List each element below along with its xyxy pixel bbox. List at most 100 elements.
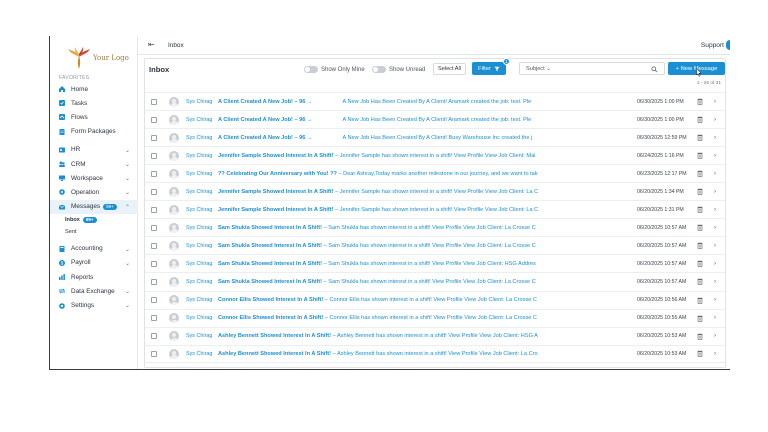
chevron-right-icon[interactable]: › — [714, 207, 716, 213]
message-preview[interactable]: Jennifer Sample Showed Interest In A Shi… — [218, 153, 590, 159]
brand-logo[interactable]: Your Logo — [66, 44, 136, 72]
message-row[interactable]: Sys Chirag Ashley Bennett Showed Interest… — [145, 344, 725, 363]
trash-icon[interactable] — [697, 206, 703, 214]
trash-icon[interactable] — [697, 170, 703, 178]
message-preview[interactable]: A Client Created A New Job! – 96 → A New … — [218, 99, 590, 105]
trash-icon[interactable] — [697, 116, 703, 123]
chevron-right-icon[interactable]: › — [714, 189, 716, 195]
message-row[interactable]: Sys Chirag A Client Created A New Job! – … — [145, 110, 725, 128]
message-row[interactable]: Sys Chirag Sam Shukla Showed Interest In … — [145, 236, 725, 254]
row-checkbox[interactable] — [151, 170, 157, 177]
trash-icon[interactable] — [697, 242, 703, 250]
trash-icon[interactable] — [697, 188, 703, 196]
search-box[interactable]: Subject ⌄ — [519, 62, 665, 75]
message-preview[interactable]: Sam Shukla Showed Interest In A Shift! –… — [218, 279, 590, 285]
message-preview[interactable]: Ashley Bennett Showed Interest In A Shif… — [218, 351, 590, 357]
message-row[interactable]: Sys Chirag Jennifer Sample Showed Interes… — [145, 200, 725, 218]
message-row[interactable]: Sys Chirag A Client Created A New Job! – … — [145, 128, 725, 146]
row-checkbox[interactable] — [151, 350, 157, 357]
message-preview[interactable]: Jennifer Sample Showed Interest In A Shi… — [218, 207, 590, 213]
trash-icon[interactable] — [697, 98, 703, 105]
subject-select[interactable]: Subject ⌄ — [526, 66, 551, 72]
message-preview[interactable]: Sam Shukla Showed Interest In A Shift! –… — [218, 243, 590, 249]
chevron-right-icon[interactable]: › — [714, 135, 716, 141]
row-checkbox[interactable] — [151, 206, 157, 213]
sidebar-subitem-inbox[interactable]: Inbox 99+ — [50, 214, 138, 226]
message-preview[interactable]: Connor Ellis Showed Interest In A Shift!… — [218, 315, 590, 321]
row-checkbox[interactable] — [151, 98, 157, 105]
sidebar-item-form-packages[interactable]: Form Packages — [50, 125, 138, 139]
message-preview[interactable]: A Client Created A New Job! – 96 → A New … — [218, 135, 590, 141]
chevron-right-icon[interactable]: › — [714, 315, 716, 321]
sidebar-item-data-exchange[interactable]: Data Exchange ⌄ — [50, 284, 138, 298]
row-checkbox[interactable] — [151, 297, 157, 304]
trash-icon[interactable] — [697, 315, 703, 322]
show-only-mine-toggle[interactable]: Show Only Mine — [304, 66, 365, 73]
message-row[interactable]: Sys Chirag Ashley Bennett Showed Interest… — [145, 326, 725, 345]
search-icon[interactable] — [651, 66, 658, 73]
message-preview[interactable]: ?? Celebrating Our Anniversary with You!… — [218, 171, 590, 177]
sidebar-item-hr[interactable]: HR ⌄ — [50, 143, 138, 157]
trash-icon[interactable] — [697, 297, 703, 304]
trash-icon[interactable] — [697, 134, 703, 142]
chevron-right-icon[interactable]: › — [714, 99, 716, 105]
sidebar-item-reports[interactable]: Reports — [50, 270, 138, 284]
sidebar-item-settings[interactable]: Settings ⌄ — [50, 298, 138, 312]
toggle-switch[interactable] — [304, 66, 318, 73]
sidebar-item-accounting[interactable]: Accounting ⌄ — [50, 242, 138, 256]
trash-icon[interactable] — [697, 333, 703, 340]
message-row[interactable]: Sys Chirag Sam Shukla Showed Interest In … — [145, 272, 725, 290]
collapse-sidebar-icon[interactable]: ⇤ — [148, 40, 155, 49]
toggle-switch[interactable] — [372, 66, 386, 73]
sidebar-item-tasks[interactable]: Tasks — [50, 96, 138, 110]
sidebar-item-flows[interactable]: Flows — [50, 110, 138, 124]
row-checkbox[interactable] — [151, 134, 157, 141]
message-row[interactable]: Sys Chirag Jennifer Sample Showed Interes… — [145, 146, 725, 164]
trash-icon[interactable] — [697, 260, 703, 268]
sidebar-subitem-sent[interactable]: Sent — [50, 226, 138, 238]
show-unread-toggle[interactable]: Show Unread — [372, 66, 425, 73]
chevron-right-icon[interactable]: › — [714, 171, 716, 177]
row-checkbox[interactable] — [151, 242, 157, 249]
message-preview[interactable]: Sam Shukla Showed Interest In A Shift! –… — [218, 261, 590, 267]
message-preview[interactable]: Ashley Bennett Showed Interest In A Shif… — [218, 333, 590, 339]
chevron-right-icon[interactable]: › — [714, 225, 716, 231]
message-row[interactable]: Sys Chirag A Client Created A New Job! – … — [145, 92, 725, 110]
chevron-right-icon[interactable]: › — [714, 261, 716, 267]
row-checkbox[interactable] — [151, 224, 157, 231]
message-row[interactable]: Sys Chirag Sam Shukla Showed Interest In … — [145, 254, 725, 272]
row-checkbox[interactable] — [151, 152, 157, 159]
message-preview[interactable]: Connor Ellis Showed Interest In A Shift!… — [218, 297, 590, 303]
trash-icon[interactable] — [697, 350, 703, 358]
chevron-right-icon[interactable]: › — [714, 297, 716, 303]
filter-button[interactable]: Filter — [472, 62, 506, 75]
chevron-right-icon[interactable]: › — [714, 117, 716, 123]
trash-icon[interactable] — [697, 278, 703, 286]
chevron-right-icon[interactable]: › — [714, 153, 716, 159]
sidebar-item-workspace[interactable]: Workspace ⌄ — [50, 171, 138, 185]
row-checkbox[interactable] — [151, 188, 157, 195]
row-checkbox[interactable] — [151, 116, 157, 123]
message-preview[interactable]: Sam Shukla Showed Interest In A Shift! –… — [218, 225, 590, 231]
support-chat-icon[interactable] — [726, 40, 730, 50]
chevron-right-icon[interactable]: › — [714, 243, 716, 249]
sidebar-item-crm[interactable]: CRM ⌄ — [50, 157, 138, 171]
chevron-right-icon[interactable]: › — [714, 333, 716, 339]
select-all-button[interactable]: Select All — [433, 63, 466, 75]
message-row[interactable]: Sys Chirag Connor Ellis Showed Interest I… — [145, 290, 725, 309]
message-preview[interactable]: A Client Created A New Job! – 96 → A New … — [218, 117, 590, 123]
message-row[interactable]: Sys Chirag Jennifer Sample Showed Interes… — [145, 182, 725, 200]
chevron-right-icon[interactable]: › — [714, 351, 716, 357]
row-checkbox[interactable] — [151, 260, 157, 267]
support-link[interactable]: Support — [701, 42, 724, 49]
sidebar-item-messages[interactable]: Messages 99+ ⌃ — [50, 199, 138, 214]
row-checkbox[interactable] — [151, 333, 157, 340]
message-row[interactable]: Sys Chirag Connor Ellis Showed Interest I… — [145, 308, 725, 327]
trash-icon[interactable] — [697, 224, 703, 232]
row-checkbox[interactable] — [151, 278, 157, 285]
trash-icon[interactable] — [697, 152, 703, 160]
chevron-right-icon[interactable]: › — [714, 279, 716, 285]
message-preview[interactable]: Jennifer Sample Showed Interest In A Shi… — [218, 189, 590, 195]
row-checkbox[interactable] — [151, 315, 157, 322]
sidebar-item-payroll[interactable]: $ Payroll ⌄ — [50, 256, 138, 270]
